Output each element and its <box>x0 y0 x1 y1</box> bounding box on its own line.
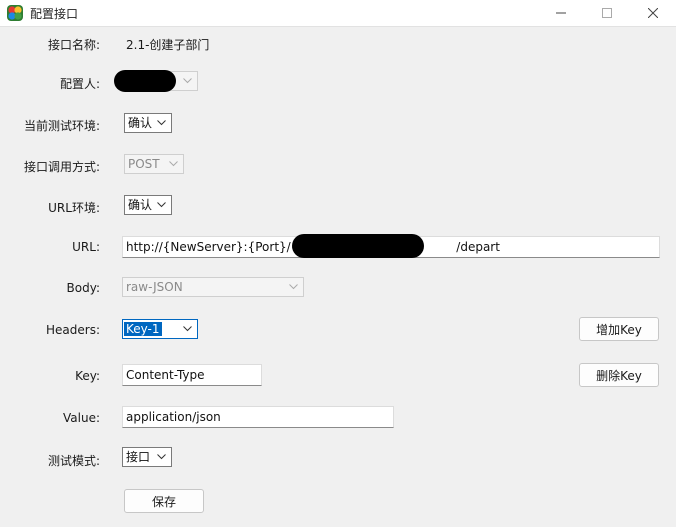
headers-value: Key-1 <box>124 322 162 336</box>
headers-label: Headers: <box>46 323 100 337</box>
url-suffix: /depart <box>456 240 500 254</box>
maximize-icon <box>602 8 612 18</box>
test-env-dropdown[interactable]: 确认 <box>124 113 172 133</box>
url-env-label: URL环境: <box>48 201 100 215</box>
value-input[interactable]: application/json <box>122 406 394 428</box>
call-method-label: 接口调用方式: <box>23 160 100 174</box>
call-method-dropdown[interactable]: POST <box>124 154 184 174</box>
body-value: raw-JSON <box>126 280 183 294</box>
key-label: Key: <box>75 369 100 383</box>
chevron-down-icon <box>157 120 166 126</box>
chevron-down-icon <box>183 326 192 332</box>
minimize-button[interactable] <box>538 0 584 26</box>
body-label: Body: <box>66 281 100 295</box>
redaction-mark <box>292 234 424 258</box>
close-button[interactable] <box>630 0 676 26</box>
headers-dropdown[interactable]: Key-1 <box>122 319 198 339</box>
chevron-down-icon <box>157 202 166 208</box>
call-method-value: POST <box>128 157 160 171</box>
test-mode-label: 测试模式: <box>47 454 100 468</box>
add-key-button[interactable]: 增加Key <box>579 317 659 341</box>
title-bar: 配置接口 <box>0 0 676 27</box>
url-env-dropdown[interactable]: 确认 <box>124 195 172 215</box>
url-env-value: 确认 <box>128 198 153 212</box>
test-env-value: 确认 <box>128 116 153 130</box>
maximize-button[interactable] <box>584 0 630 26</box>
key-input[interactable]: Content-Type <box>122 364 262 386</box>
value-label: Value: <box>63 411 100 425</box>
chevron-down-icon <box>183 78 192 84</box>
configurer-label: 配置人: <box>59 77 100 91</box>
delete-key-button[interactable]: 删除Key <box>579 363 659 387</box>
interface-name-label: 接口名称: <box>47 38 100 52</box>
interface-name-value: 2.1-创建子部门 <box>126 38 210 52</box>
close-icon <box>648 8 658 18</box>
test-mode-dropdown[interactable]: 接口 <box>122 447 172 467</box>
chevron-down-icon <box>289 284 298 290</box>
minimize-icon <box>556 12 566 14</box>
test-env-label: 当前测试环境: <box>23 119 100 133</box>
window-title: 配置接口 <box>30 7 79 21</box>
body-dropdown[interactable]: raw-JSON <box>122 277 304 297</box>
url-label: URL: <box>72 240 100 254</box>
redaction-mark <box>114 70 176 92</box>
chevron-down-icon <box>169 161 178 167</box>
test-mode-value: 接口 <box>126 450 151 464</box>
save-button[interactable]: 保存 <box>124 489 204 513</box>
chevron-down-icon <box>157 454 166 460</box>
app-icon <box>7 5 23 21</box>
